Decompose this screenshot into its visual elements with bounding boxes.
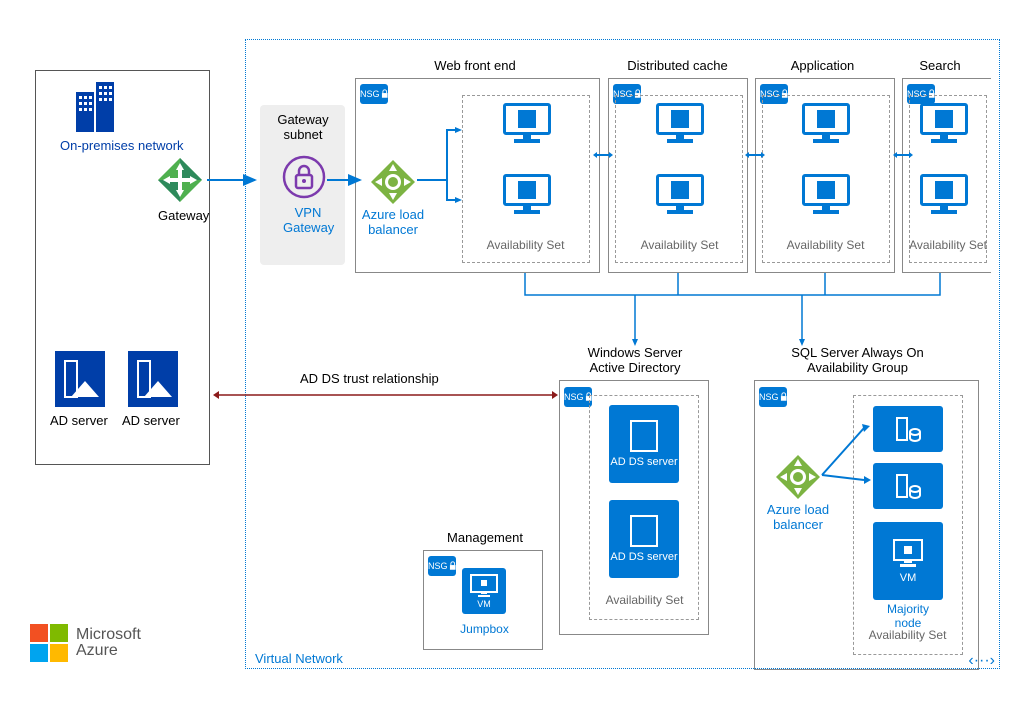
app-tier-title: Application — [775, 58, 870, 73]
ad-server-icon — [128, 351, 178, 407]
web-tier-title: Web front end — [410, 58, 540, 73]
majority-node-label: Majority node — [873, 602, 943, 630]
vm-icon — [656, 103, 704, 145]
gateway-icon — [155, 155, 205, 205]
dist-tier-title: Distributed cache — [620, 58, 735, 73]
jumpbox-label: Jumpbox — [457, 622, 512, 636]
ad-tier-title: Windows Server Active Directory — [575, 345, 695, 375]
gateway-label: Gateway — [158, 208, 209, 223]
vpn-gateway-label: VPN Gateway — [283, 205, 333, 235]
majority-node-icon: VM — [873, 522, 943, 600]
ad-server-label: AD server — [50, 413, 108, 428]
arrow — [207, 175, 262, 185]
vm-icon — [920, 103, 968, 145]
trust-relationship-label: AD DS trust relationship — [300, 371, 439, 386]
double-arrow — [893, 150, 913, 160]
arrow — [822, 420, 872, 540]
gateway-subnet-title: Gateway subnet — [268, 112, 338, 142]
availability-set-label: Availability Set — [637, 238, 722, 252]
vm-icon — [503, 103, 551, 145]
sql-tier-title: SQL Server Always On Availability Group — [770, 345, 945, 375]
management-title: Management — [440, 530, 530, 545]
buildings-icon — [70, 82, 120, 132]
vpn-gateway-icon — [282, 155, 326, 199]
availability-set-label: Availability Set — [783, 238, 868, 252]
double-arrow — [593, 150, 613, 160]
expand-icon[interactable]: ‹···› — [968, 652, 995, 670]
vm-icon — [503, 174, 551, 216]
availability-set-label: Availability Set — [483, 238, 568, 252]
ad-server-icon — [55, 351, 105, 407]
jumpbox-icon: VM — [462, 568, 506, 614]
load-balancer-icon — [369, 158, 417, 206]
availability-set-label: Availability Set — [908, 238, 988, 252]
trust-arrow — [213, 390, 558, 400]
ad-ds-server-icon: AD DS server — [609, 405, 679, 483]
vm-icon — [656, 174, 704, 216]
sql-server-icon — [873, 463, 943, 509]
double-arrow — [745, 150, 765, 160]
vm-icon — [802, 103, 850, 145]
microsoft-azure-logo: MicrosoftAzure — [30, 624, 141, 662]
on-premises-label: On-premises network — [60, 138, 184, 153]
connector-line — [525, 273, 955, 343]
nsg-badge: NSG — [360, 84, 388, 104]
search-tier-title: Search — [910, 58, 970, 73]
ad-server-label: AD server — [122, 413, 180, 428]
sql-server-icon — [873, 406, 943, 452]
ad-ds-server-icon: AD DS server — [609, 500, 679, 578]
vm-icon — [802, 174, 850, 216]
virtual-network-label: Virtual Network — [255, 651, 343, 666]
vm-icon — [920, 174, 968, 216]
arrow — [327, 175, 367, 185]
arrow — [417, 175, 462, 255]
